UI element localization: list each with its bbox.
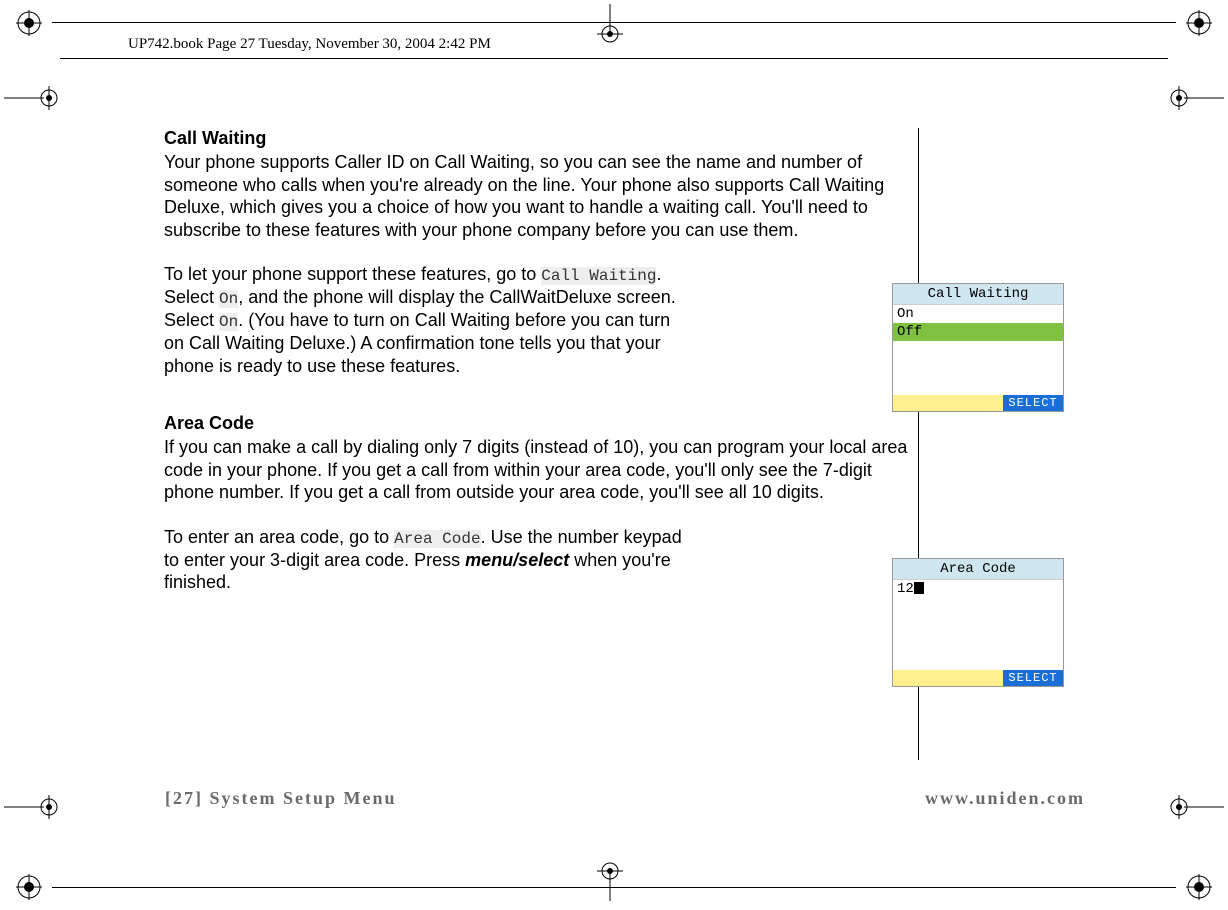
text-fragment: To enter an area code, go to — [164, 527, 394, 547]
lcd-screen-area-code: Area Code 12 SELECT — [892, 558, 1064, 687]
lcd-input-value: 12 — [893, 580, 1063, 598]
crop-mark-icon — [4, 787, 64, 832]
cursor-icon — [914, 582, 924, 594]
lcd-title: Area Code — [893, 559, 1063, 580]
area-code-description: If you can make a call by dialing only 7… — [164, 436, 914, 504]
key-label-menu-select: menu/select — [465, 550, 569, 570]
menu-label-on: On — [219, 290, 238, 308]
registration-target-icon — [16, 874, 42, 900]
crop-mark-icon — [575, 861, 645, 906]
lcd-softkey-left — [893, 395, 1003, 411]
text-fragment: . (You have to turn on Call Waiting befo… — [164, 310, 670, 376]
section-heading-area-code: Area Code — [164, 413, 914, 434]
section-heading-call-waiting: Call Waiting — [164, 128, 914, 149]
lcd-option-on: On — [893, 305, 1063, 323]
call-waiting-instructions: To let your phone support these features… — [164, 263, 694, 377]
page-footer: [27] System Setup Menu www.uniden.com — [165, 788, 1085, 809]
registration-target-icon — [1186, 874, 1212, 900]
lcd-title: Call Waiting — [893, 284, 1063, 305]
lcd-screen-call-waiting: Call Waiting On Off SELECT — [892, 283, 1064, 412]
crop-mark-icon — [575, 4, 645, 49]
menu-label-on: On — [219, 313, 238, 331]
lcd-softkey-select: SELECT — [1003, 395, 1063, 411]
header-rule — [60, 58, 1168, 59]
registration-target-icon — [1186, 10, 1212, 36]
footer-left: [27] System Setup Menu — [165, 788, 397, 809]
lcd-softkey-left — [893, 670, 1003, 686]
main-content: Call Waiting Your phone supports Caller … — [164, 128, 914, 600]
menu-label-call-waiting: Call Waiting — [541, 267, 656, 285]
crop-mark-icon — [1164, 787, 1224, 832]
lcd-option-off-selected: Off — [893, 323, 1063, 341]
crop-mark-icon — [4, 78, 64, 123]
call-waiting-description: Your phone supports Caller ID on Call Wa… — [164, 151, 914, 241]
document-header: UP742.book Page 27 Tuesday, November 30,… — [128, 36, 491, 53]
lcd-softkey-select: SELECT — [1003, 670, 1063, 686]
area-code-instructions: To enter an area code, go to Area Code. … — [164, 526, 694, 594]
footer-right: www.uniden.com — [925, 788, 1085, 809]
text-fragment: To let your phone support these features… — [164, 264, 541, 284]
registration-target-icon — [16, 10, 42, 36]
crop-mark-icon — [1164, 78, 1224, 123]
lcd-input-text: 12 — [897, 581, 914, 597]
menu-label-area-code: Area Code — [394, 530, 480, 548]
